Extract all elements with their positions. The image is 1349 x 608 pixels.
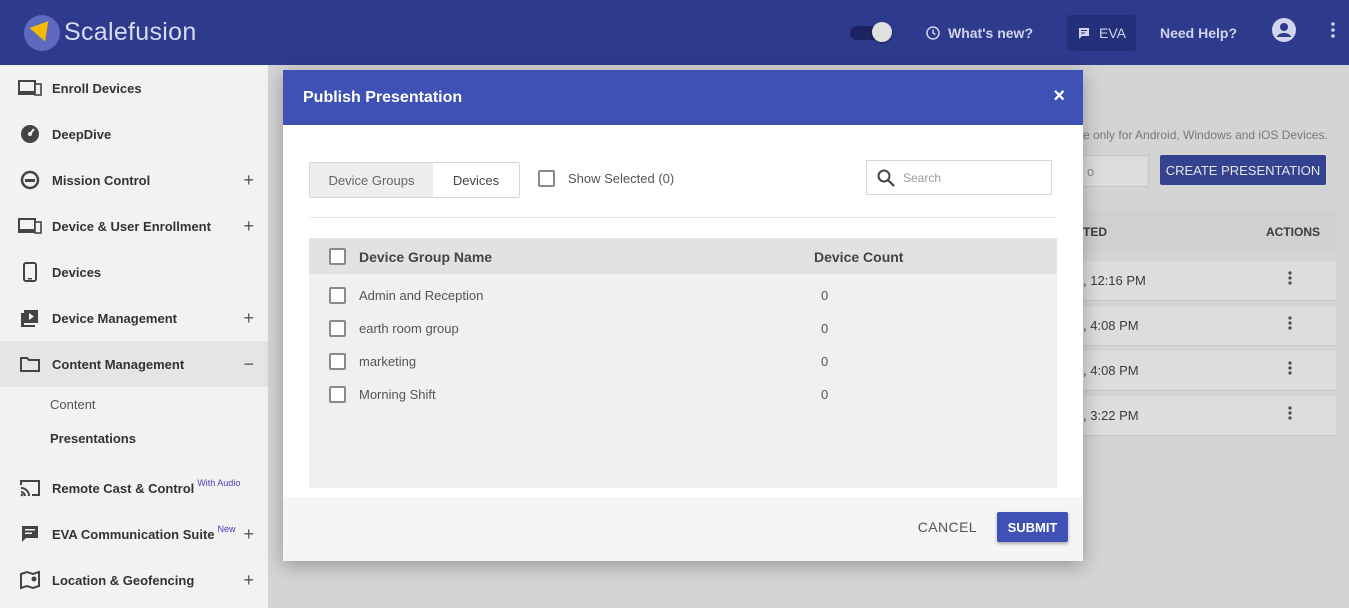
sidebar-item-label: Remote Cast & Control <box>52 480 195 496</box>
clock-icon <box>926 25 940 40</box>
row-checkbox[interactable] <box>329 353 346 370</box>
sidebar-item-eva-communication[interactable]: EVA Communication Suite New + <box>0 511 268 557</box>
top-bar: Scalefusion What's new? EVA Need Help? <box>0 0 1349 65</box>
phone-icon <box>18 260 42 284</box>
expand-icon[interactable]: + <box>243 216 254 237</box>
dialog-title: Publish Presentation <box>303 88 463 106</box>
show-selected-toggle[interactable]: Show Selected (0) <box>538 170 674 187</box>
view-tabs: Device Groups Devices <box>309 162 520 198</box>
new-badge: New <box>217 524 236 534</box>
sidebar-subitem-content[interactable]: Content <box>0 387 268 421</box>
sidebar-subitem-presentations[interactable]: Presentations <box>0 421 268 455</box>
brand-name: Scalefusion <box>64 18 197 46</box>
sidebar-item-device-management[interactable]: Device Management + <box>0 295 268 341</box>
sidebar-item-label: Mission Control <box>52 172 151 188</box>
sidebar-item-devices[interactable]: Devices <box>0 249 268 295</box>
search-icon <box>877 169 895 187</box>
dialog-header: Publish Presentation × <box>283 70 1083 125</box>
group-name: earth room group <box>359 321 459 336</box>
folder-icon <box>18 352 42 376</box>
sidebar-item-label: Devices <box>52 264 102 280</box>
publish-presentation-dialog: Publish Presentation × Device Groups Dev… <box>283 70 1083 561</box>
device-count: 0 <box>821 354 829 369</box>
theme-toggle[interactable] <box>850 21 892 42</box>
sidebar-item-content-management[interactable]: Content Management − <box>0 341 268 387</box>
expand-icon[interactable]: + <box>243 308 254 329</box>
more-menu-icon[interactable] <box>1331 22 1335 43</box>
row-checkbox[interactable] <box>329 320 346 337</box>
gauge-icon <box>18 122 42 146</box>
sidebar-item-mission-control[interactable]: Mission Control + <box>0 157 268 203</box>
brand-logo[interactable]: Scalefusion <box>24 14 197 51</box>
group-name: marketing <box>359 354 417 369</box>
device-groups-table: Device Group Name Device Count Admin and… <box>309 238 1057 488</box>
device-count: 0 <box>821 288 829 303</box>
group-name: Admin and Reception <box>359 288 484 303</box>
whats-new-link[interactable]: What's new? <box>926 25 1033 41</box>
eva-button[interactable]: EVA <box>1067 14 1136 51</box>
table-row[interactable]: earth room group 0 <box>309 312 1057 345</box>
account-avatar-icon[interactable] <box>1271 17 1297 48</box>
enroll-devices-icon <box>18 76 42 100</box>
device-count: 0 <box>821 387 829 402</box>
sidebar-item-label: EVA Communication Suite <box>52 526 215 542</box>
scalefusion-logo-icon <box>24 14 60 51</box>
sidebar-item-deepdive[interactable]: DeepDive <box>0 111 268 157</box>
table-body: Admin and Reception 0 earth room group 0… <box>309 274 1057 411</box>
sidebar-item-location-geofencing[interactable]: Location & Geofencing + <box>0 557 268 603</box>
device-count: 0 <box>821 321 829 336</box>
select-all-checkbox[interactable] <box>329 248 346 265</box>
expand-icon[interactable]: + <box>243 570 254 591</box>
eva-label: EVA <box>1099 24 1126 41</box>
cast-icon <box>18 476 42 500</box>
need-help-link[interactable]: Need Help? <box>1160 25 1237 41</box>
map-icon <box>18 568 42 592</box>
cancel-button[interactable]: CANCEL <box>918 519 977 535</box>
devices-icon <box>18 214 42 238</box>
row-checkbox[interactable] <box>329 386 346 403</box>
close-icon[interactable]: × <box>1053 84 1065 108</box>
show-selected-checkbox[interactable] <box>538 170 555 187</box>
dialog-footer: CANCEL SUBMIT <box>283 497 1083 561</box>
with-audio-badge: With Audio <box>197 478 241 488</box>
search-input[interactable] <box>903 170 1043 185</box>
expand-icon[interactable]: + <box>243 524 254 545</box>
divider <box>309 217 1056 218</box>
expand-icon[interactable]: + <box>243 170 254 191</box>
sidebar-item-label: Location & Geofencing <box>52 572 195 588</box>
mission-control-icon <box>18 168 42 192</box>
sidebar-item-label: Device & User Enrollment <box>52 218 211 234</box>
table-row[interactable]: Morning Shift 0 <box>309 378 1057 411</box>
collapse-icon[interactable]: − <box>243 354 254 375</box>
sidebar-item-label: Enroll Devices <box>52 80 142 96</box>
sidebar-item-enroll-devices[interactable]: Enroll Devices <box>0 65 268 111</box>
chat-icon <box>18 522 42 546</box>
column-device-group-name[interactable]: Device Group Name <box>359 249 492 265</box>
column-device-count[interactable]: Device Count <box>814 249 903 265</box>
group-name: Morning Shift <box>359 387 436 402</box>
sidebar-item-device-user-enrollment[interactable]: Device & User Enrollment + <box>0 203 268 249</box>
sidebar-item-label: Device Management <box>52 310 177 326</box>
sidebar-item-remote-cast[interactable]: Remote Cast & Control With Audio <box>0 465 268 511</box>
row-checkbox[interactable] <box>329 287 346 304</box>
sidebar-item-label: Content Management <box>52 356 185 372</box>
whats-new-label: What's new? <box>948 24 1033 41</box>
search-box[interactable] <box>866 160 1052 195</box>
show-selected-label: Show Selected (0) <box>568 171 675 186</box>
sidebar-item-label: DeepDive <box>52 126 112 142</box>
table-row[interactable]: Admin and Reception 0 <box>309 279 1057 312</box>
chat-icon <box>1079 27 1089 39</box>
device-management-icon <box>18 306 42 330</box>
table-row[interactable]: marketing 0 <box>309 345 1057 378</box>
sidebar: Enroll Devices DeepDive Mission Control … <box>0 65 268 608</box>
tab-devices[interactable]: Devices <box>433 163 519 197</box>
submit-button[interactable]: SUBMIT <box>997 512 1068 542</box>
table-header: Device Group Name Device Count <box>309 238 1057 274</box>
tab-device-groups[interactable]: Device Groups <box>310 163 433 197</box>
